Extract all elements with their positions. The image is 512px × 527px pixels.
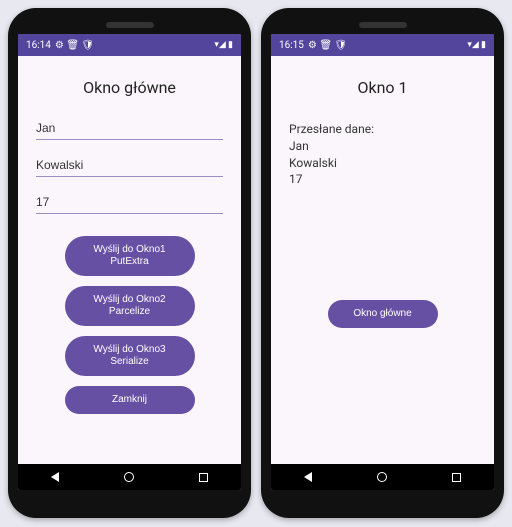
nav-home-icon[interactable] [377, 472, 387, 482]
screen-left: 16:14 ⚙ 🗑 🛡 ▾◢ ▮ Okno główne Wyślij do O… [18, 34, 241, 490]
received-data-block: Przesłane dane: Jan Kowalski 17 [289, 121, 476, 188]
nav-back-icon[interactable] [51, 472, 59, 482]
name-input[interactable] [36, 117, 223, 140]
android-navbar [271, 464, 494, 490]
screen-right: 16:15 ⚙ 🗑 🛡 ▾◢ ▮ Okno 1 Przesłane dane: … [271, 34, 494, 490]
page-title: Okno główne [36, 78, 223, 97]
status-bar: 16:14 ⚙ 🗑 🛡 ▾◢ ▮ [18, 34, 241, 56]
phone-left: 16:14 ⚙ 🗑 🛡 ▾◢ ▮ Okno główne Wyślij do O… [8, 8, 251, 518]
phone-speaker [359, 22, 407, 28]
send-okno3-button[interactable]: Wyślij do Okno3 Serialize [65, 336, 195, 376]
main-content: Okno 1 Przesłane dane: Jan Kowalski 17 O… [271, 56, 494, 464]
android-navbar [18, 464, 241, 490]
close-button[interactable]: Zamknij [65, 386, 195, 414]
back-main-button[interactable]: Okno główne [328, 300, 438, 328]
age-input[interactable] [36, 191, 223, 214]
received-name: Jan [289, 138, 476, 155]
nav-recent-icon[interactable] [452, 473, 461, 482]
received-label: Przesłane dane: [289, 121, 476, 138]
status-icons-right: ▾◢ ▮ [214, 40, 233, 50]
page-title: Okno 1 [289, 78, 476, 97]
status-icons-right: ▾◢ ▮ [467, 40, 486, 50]
main-content: Okno główne Wyślij do Okno1 PutExtra Wyś… [18, 56, 241, 464]
surname-input[interactable] [36, 154, 223, 177]
status-icons-left: ⚙ 🗑 🛡 [55, 40, 94, 51]
nav-home-icon[interactable] [124, 472, 134, 482]
status-bar: 16:15 ⚙ 🗑 🛡 ▾◢ ▮ [271, 34, 494, 56]
send-okno1-button[interactable]: Wyślij do Okno1 PutExtra [65, 236, 195, 276]
received-age: 17 [289, 171, 476, 188]
nav-back-icon[interactable] [304, 472, 312, 482]
phone-speaker [106, 22, 154, 28]
received-surname: Kowalski [289, 155, 476, 172]
nav-recent-icon[interactable] [199, 473, 208, 482]
send-okno2-button[interactable]: Wyślij do Okno2 Parcelize [65, 286, 195, 326]
status-icons-left: ⚙ 🗑 🛡 [308, 40, 347, 51]
status-time: 16:14 [26, 40, 51, 51]
phone-right: 16:15 ⚙ 🗑 🛡 ▾◢ ▮ Okno 1 Przesłane dane: … [261, 8, 504, 518]
status-time: 16:15 [279, 40, 304, 51]
